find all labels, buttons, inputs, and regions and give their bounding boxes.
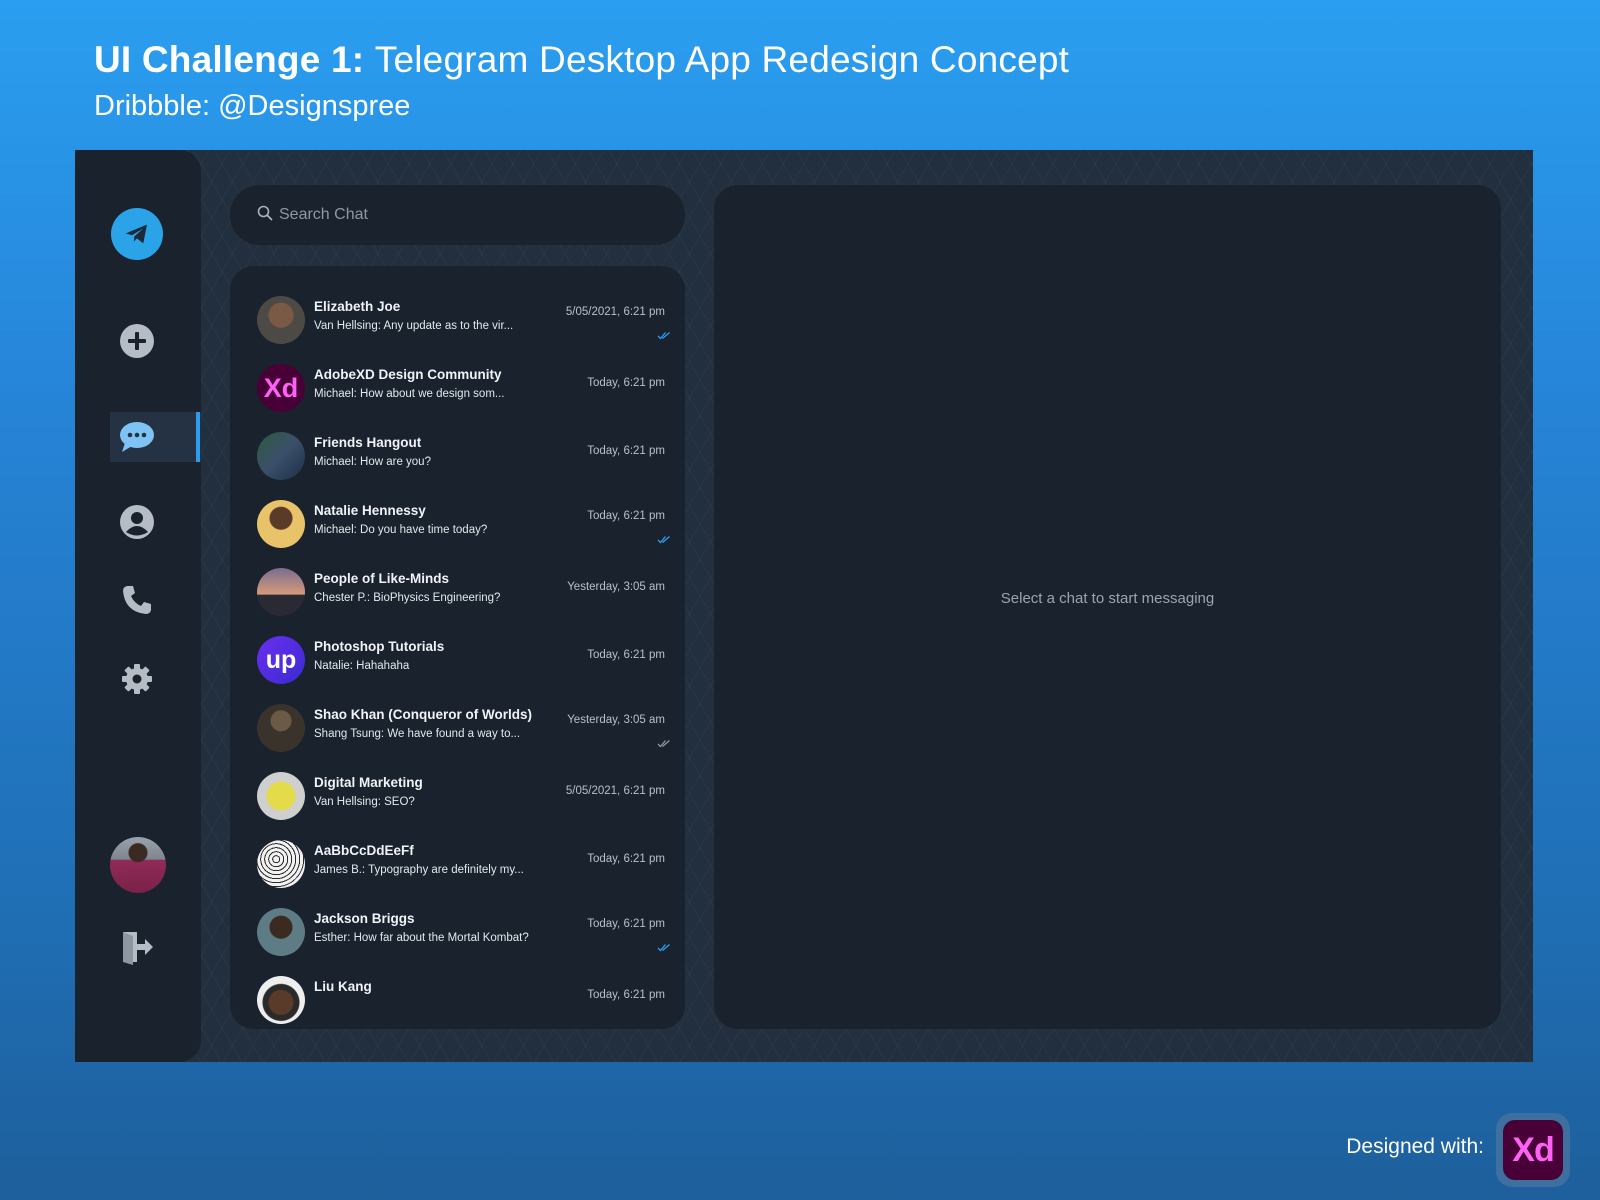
chat-name: Shao Khan (Conqueror of Worlds) bbox=[314, 707, 532, 722]
chat-item-elizabeth-joe[interactable]: Elizabeth Joe Van Hellsing: Any update a… bbox=[230, 285, 685, 353]
chat-name: Digital Marketing bbox=[314, 775, 423, 790]
empty-state-message: Select a chat to start messaging bbox=[1000, 590, 1215, 607]
phone-icon[interactable] bbox=[112, 575, 162, 625]
chat-time: Today, 6:21 pm bbox=[587, 918, 665, 930]
chat-preview: Michael: How are you? bbox=[314, 456, 431, 468]
read-receipt-icon bbox=[657, 735, 671, 753]
chat-time: Today, 6:21 pm bbox=[587, 649, 665, 661]
user-avatar[interactable] bbox=[110, 837, 166, 893]
designed-with-label: Designed with: bbox=[1346, 1135, 1484, 1158]
chat-item-shao-khan[interactable]: Shao Khan (Conqueror of Worlds) Shang Ts… bbox=[230, 693, 685, 761]
chat-preview: Michael: How about we design som... bbox=[314, 388, 505, 400]
chat-preview: James B.: Typography are definitely my..… bbox=[314, 864, 524, 876]
adobe-xd-logo-avatar: Xd bbox=[257, 364, 305, 412]
search-input[interactable] bbox=[279, 206, 659, 224]
adobe-xd-badge: Xd bbox=[1496, 1113, 1570, 1187]
chat-bubble-icon[interactable] bbox=[112, 412, 162, 462]
chat-avatar bbox=[257, 432, 305, 480]
telegram-logo-icon[interactable] bbox=[111, 208, 163, 260]
chat-time: Today, 6:21 pm bbox=[587, 989, 665, 1001]
upwork-logo-avatar: up bbox=[257, 636, 305, 684]
chat-preview: Van Hellsing: SEO? bbox=[314, 796, 415, 808]
chat-name: Jackson Briggs bbox=[314, 911, 415, 926]
read-receipt-icon bbox=[657, 939, 671, 957]
adobe-xd-logo-icon: Xd bbox=[1503, 1120, 1563, 1180]
telegram-app-window: Elizabeth Joe Van Hellsing: Any update a… bbox=[75, 150, 1533, 1062]
chat-time: Today, 6:21 pm bbox=[587, 377, 665, 389]
read-receipt-icon bbox=[657, 327, 671, 345]
chat-preview: Natalie: Hahahaha bbox=[314, 660, 410, 672]
chat-item-photoshop-tutorials[interactable]: up Photoshop Tutorials Natalie: Hahahaha… bbox=[230, 625, 685, 693]
chat-preview: Van Hellsing: Any update as to the vir..… bbox=[314, 320, 514, 332]
chat-name: Elizabeth Joe bbox=[314, 299, 401, 314]
gear-icon[interactable] bbox=[112, 654, 162, 704]
page-title: UI Challenge 1: Telegram Desktop App Red… bbox=[94, 36, 1069, 84]
chat-item-jackson-briggs[interactable]: Jackson Briggs Esther: How far about the… bbox=[230, 897, 685, 965]
chat-item-digital-marketing[interactable]: Digital Marketing Van Hellsing: SEO? 5/0… bbox=[230, 761, 685, 829]
chat-avatar bbox=[257, 568, 305, 616]
chat-list: Elizabeth Joe Van Hellsing: Any update a… bbox=[230, 266, 685, 1029]
chat-item-adobexd-design-community[interactable]: Xd AdobeXD Design Community Michael: How… bbox=[230, 353, 685, 421]
page-heading: UI Challenge 1: Telegram Desktop App Red… bbox=[94, 36, 1069, 126]
chat-name: Liu Kang bbox=[314, 979, 372, 994]
chat-avatar bbox=[257, 840, 305, 888]
chat-item-friends-hangout[interactable]: Friends Hangout Michael: How are you? To… bbox=[230, 421, 685, 489]
chat-avatar bbox=[257, 772, 305, 820]
chat-time: Yesterday, 3:05 am bbox=[567, 581, 665, 593]
chat-time: Today, 6:21 pm bbox=[587, 510, 665, 522]
chat-preview: Shang Tsung: We have found a way to... bbox=[314, 728, 521, 740]
logout-icon[interactable] bbox=[112, 922, 162, 972]
chat-time: Yesterday, 3:05 am bbox=[567, 714, 665, 726]
page-subtitle: Dribbble: @Designspree bbox=[94, 90, 411, 122]
active-indicator bbox=[196, 412, 200, 462]
chat-name: Friends Hangout bbox=[314, 435, 422, 450]
chat-avatar bbox=[257, 976, 305, 1024]
chat-preview: Michael: Do you have time today? bbox=[314, 524, 488, 536]
chat-avatar bbox=[257, 500, 305, 548]
chat-name: AdobeXD Design Community bbox=[314, 367, 502, 382]
chat-item-people-of-like-minds[interactable]: People of Like-Minds Chester P.: BioPhys… bbox=[230, 557, 685, 625]
chat-preview: Esther: How far about the Mortal Kombat? bbox=[314, 932, 529, 944]
chat-avatar bbox=[257, 908, 305, 956]
sidebar-rail bbox=[75, 150, 201, 1062]
chat-name: AaBbCcDdEeFf bbox=[314, 843, 414, 858]
chat-time: 5/05/2021, 6:21 pm bbox=[565, 306, 665, 318]
chat-item-liu-kang[interactable]: Liu Kang Today, 6:21 pm bbox=[230, 965, 685, 1029]
user-profile-icon[interactable] bbox=[112, 497, 162, 547]
search-bar[interactable] bbox=[230, 185, 685, 245]
chat-item-aabbccddeeff[interactable]: AaBbCcDdEeFf James B.: Typography are de… bbox=[230, 829, 685, 897]
search-icon bbox=[257, 205, 273, 226]
conversation-panel: Select a chat to start messaging bbox=[714, 185, 1501, 1029]
chat-avatar bbox=[257, 704, 305, 752]
chat-name: Natalie Hennessy bbox=[314, 503, 426, 518]
chat-time: Today, 6:21 pm bbox=[587, 445, 665, 457]
plus-circle-icon[interactable] bbox=[112, 316, 162, 366]
title-strong: UI Challenge 1: bbox=[94, 39, 365, 80]
chat-time: Today, 6:21 pm bbox=[587, 853, 665, 865]
read-receipt-icon bbox=[657, 531, 671, 549]
chat-time: 5/05/2021, 6:21 pm bbox=[565, 785, 665, 797]
chat-avatar bbox=[257, 296, 305, 344]
chat-item-natalie-hennessy[interactable]: Natalie Hennessy Michael: Do you have ti… bbox=[230, 489, 685, 557]
chat-preview: Chester P.: BioPhysics Engineering? bbox=[314, 592, 501, 604]
chat-name: People of Like-Minds bbox=[314, 571, 450, 586]
title-rest: Telegram Desktop App Redesign Concept bbox=[374, 39, 1070, 80]
chat-name: Photoshop Tutorials bbox=[314, 639, 445, 654]
